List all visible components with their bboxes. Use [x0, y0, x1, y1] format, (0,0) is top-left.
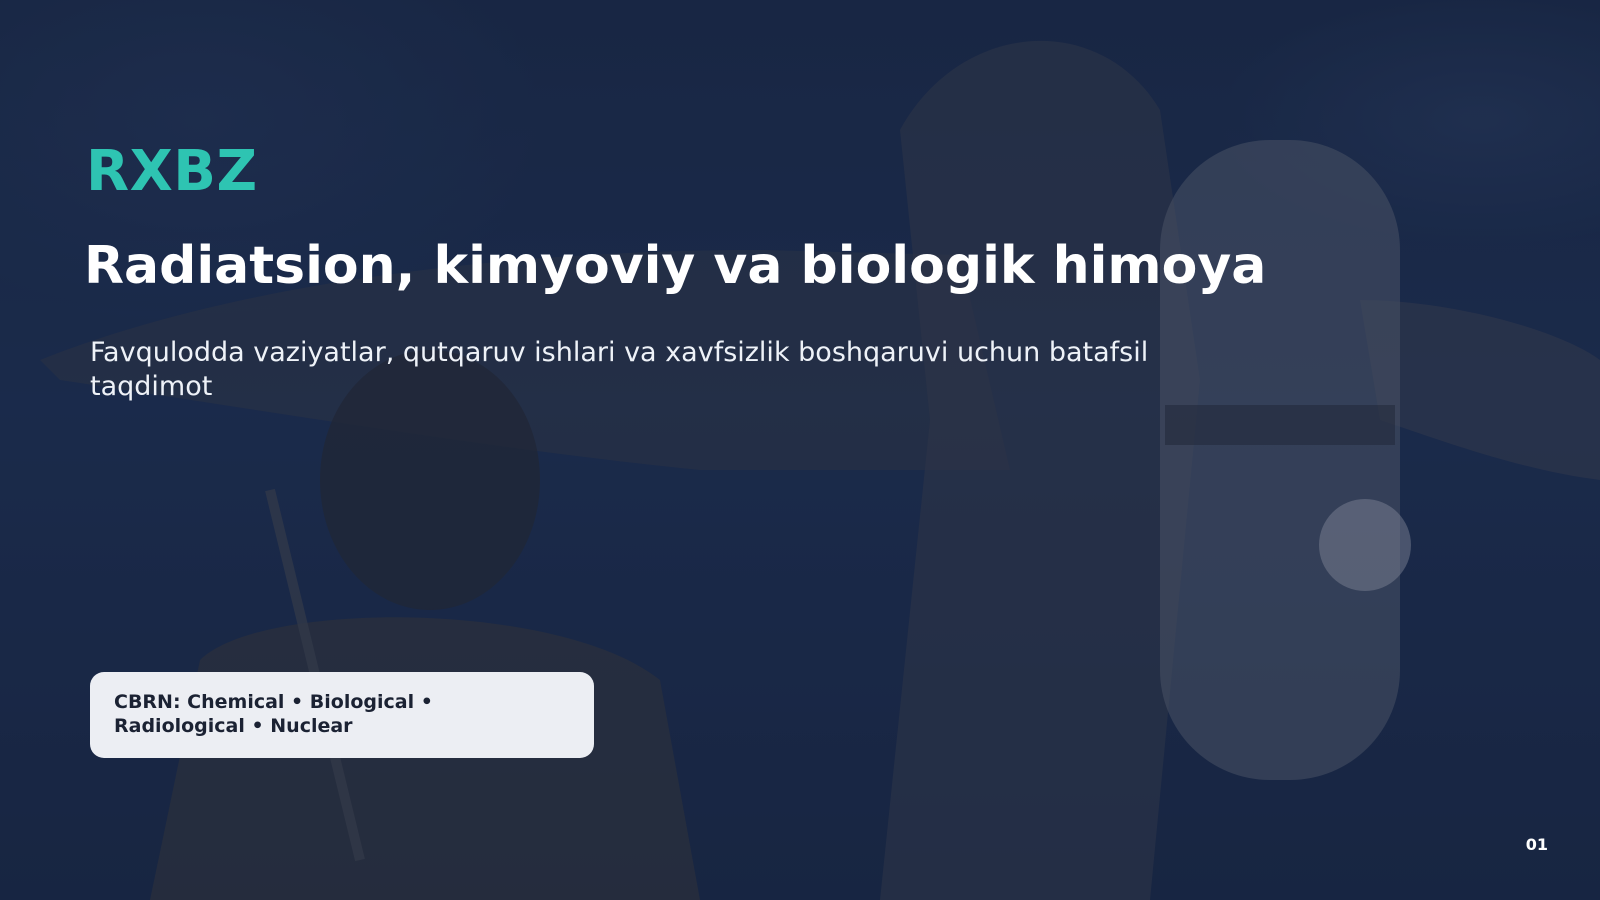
slide-title: Radiatsion, kimyoviy va biologik himoya: [84, 236, 1267, 296]
page-number: 01: [1525, 835, 1548, 854]
slide-subtitle: Favqulodda vaziyatlar, qutqaruv ishlari …: [90, 337, 1149, 402]
dark-overlay: [0, 0, 1600, 900]
title-slide: RXBZ Radiatsion, kimyoviy va biologik hi…: [0, 0, 1600, 900]
cbrn-badge: CBRN: Chemical • Biological • Radiologic…: [90, 672, 594, 758]
slide-kicker: RXBZ: [86, 139, 258, 204]
